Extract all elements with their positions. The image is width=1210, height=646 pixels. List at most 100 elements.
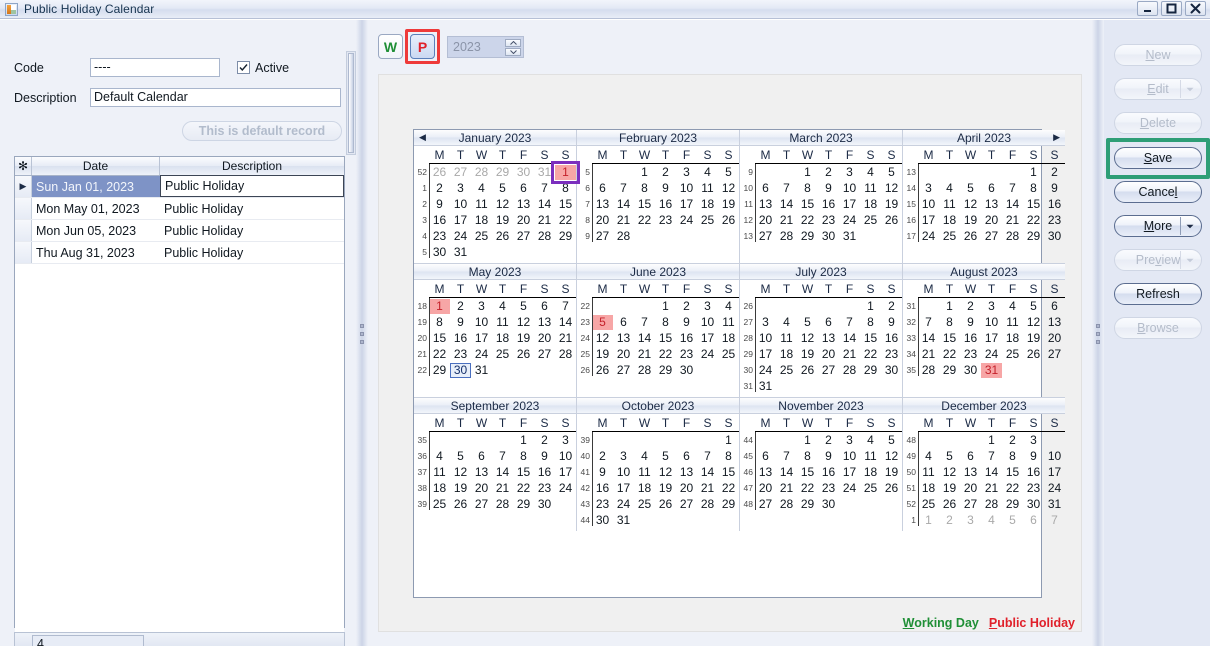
day-cell[interactable]: 1 [513,433,534,448]
day-cell[interactable]: 29 [718,497,739,512]
day-cell[interactable]: 28 [918,363,939,378]
day-cell[interactable]: 5 [1023,299,1044,314]
day-cell[interactable]: 12 [718,181,739,196]
day-cell[interactable]: 19 [960,213,981,228]
table-row[interactable]: Mon Jun 05, 2023 Public Holiday [15,220,344,242]
day-cell[interactable]: 23 [592,497,613,512]
day-cell[interactable]: 30 [960,363,981,378]
next-year-arrow-icon[interactable]: ▶ [1053,132,1060,143]
day-cell[interactable]: 29 [1023,229,1044,244]
day-cell[interactable]: 2 [1002,433,1023,448]
day-cell[interactable]: 3 [1023,433,1044,448]
day-cell[interactable]: 2 [818,165,839,180]
day-cell[interactable]: 10 [471,315,492,330]
table-row[interactable]: Thu Aug 31, 2023 Public Holiday [15,242,344,264]
day-cell[interactable]: 26 [450,497,471,512]
day-cell[interactable]: 2 [939,513,960,528]
day-cell[interactable]: 31 [534,165,555,180]
day-cell[interactable]: 15 [939,331,960,346]
day-cell[interactable]: 5 [797,315,818,330]
day-cell[interactable]: 14 [613,197,634,212]
day-cell[interactable]: 28 [776,497,797,512]
day-cell[interactable]: 25 [939,229,960,244]
day-cell[interactable]: 10 [755,331,776,346]
day-cell[interactable]: 6 [676,449,697,464]
maximize-icon[interactable] [1161,1,1182,16]
day-cell[interactable]: 8 [860,315,881,330]
day-cell[interactable]: 24 [755,363,776,378]
day-cell[interactable]: 24 [613,497,634,512]
day-cell[interactable]: 12 [939,465,960,480]
day-cell[interactable]: 28 [1002,229,1023,244]
day-cell[interactable]: 11 [471,197,492,212]
day-cell[interactable]: 16 [429,213,450,228]
day-cell[interactable]: 27 [1044,347,1065,362]
day-cell[interactable]: 4 [981,513,1002,528]
day-cell[interactable]: 20 [960,481,981,496]
day-cell[interactable]: 18 [776,347,797,362]
spinner-down-icon[interactable] [505,47,521,56]
day-cell[interactable]: 9 [818,449,839,464]
day-cell[interactable]: 16 [1023,465,1044,480]
left-splitter[interactable] [356,20,368,646]
day-cell[interactable]: 29 [797,497,818,512]
day-cell[interactable]: 3 [755,315,776,330]
day-cell[interactable]: 20 [1044,331,1065,346]
day-cell[interactable]: 7 [555,299,576,314]
day-cell[interactable]: 24 [450,229,471,244]
day-cell[interactable]: 8 [655,315,676,330]
day-cell[interactable]: 19 [939,481,960,496]
day-cell[interactable]: 20 [534,331,555,346]
day-cell[interactable]: 20 [592,213,613,228]
day-cell[interactable]: 18 [939,213,960,228]
day-cell[interactable]: 17 [450,213,471,228]
day-cell[interactable]: 26 [429,165,450,180]
day-cell[interactable]: 20 [613,347,634,362]
day-cell[interactable]: 21 [776,213,797,228]
day-cell[interactable]: 22 [797,213,818,228]
day-cell[interactable]: 29 [939,363,960,378]
day-cell[interactable]: 26 [881,213,902,228]
day-cell[interactable]: 26 [492,229,513,244]
day-cell[interactable]: 25 [697,213,718,228]
day-cell-holiday[interactable]: 31 [981,362,1002,378]
day-cell[interactable]: 14 [555,315,576,330]
day-cell[interactable]: 9 [429,197,450,212]
row-description[interactable]: Public Holiday [160,220,344,241]
day-cell[interactable]: 22 [429,347,450,362]
day-cell[interactable]: 25 [860,481,881,496]
day-cell[interactable]: 23 [960,347,981,362]
day-cell[interactable]: 23 [818,213,839,228]
day-cell[interactable]: 12 [960,197,981,212]
day-cell[interactable]: 28 [471,165,492,180]
day-cell[interactable]: 18 [429,481,450,496]
day-cell[interactable]: 12 [450,465,471,480]
day-cell[interactable]: 4 [634,449,655,464]
day-cell[interactable]: 25 [492,347,513,362]
day-cell[interactable]: 11 [1002,315,1023,330]
day-cell[interactable]: 12 [1023,315,1044,330]
day-cell[interactable]: 9 [818,181,839,196]
day-cell[interactable]: 4 [860,165,881,180]
day-cell[interactable]: 19 [881,465,902,480]
day-cell[interactable]: 28 [492,497,513,512]
day-cell[interactable]: 28 [697,497,718,512]
day-cell[interactable]: 26 [797,363,818,378]
day-cell[interactable]: 1 [981,433,1002,448]
row-date[interactable]: Sun Jan 01, 2023 [32,176,160,197]
day-cell[interactable]: 5 [881,165,902,180]
day-cell[interactable]: 1 [918,513,939,528]
more-button[interactable]: More [1114,215,1202,237]
day-cell[interactable]: 16 [592,481,613,496]
day-cell[interactable]: 29 [797,229,818,244]
public-holiday-toggle[interactable]: P [410,34,435,59]
day-cell[interactable]: 31 [1044,497,1065,512]
day-cell[interactable]: 6 [534,299,555,314]
day-cell[interactable]: 5 [492,181,513,196]
day-cell[interactable]: 28 [839,363,860,378]
day-cell[interactable]: 27 [676,497,697,512]
day-cell[interactable]: 26 [513,347,534,362]
day-cell[interactable]: 22 [655,347,676,362]
day-cell[interactable]: 25 [776,363,797,378]
day-cell[interactable]: 23 [450,347,471,362]
